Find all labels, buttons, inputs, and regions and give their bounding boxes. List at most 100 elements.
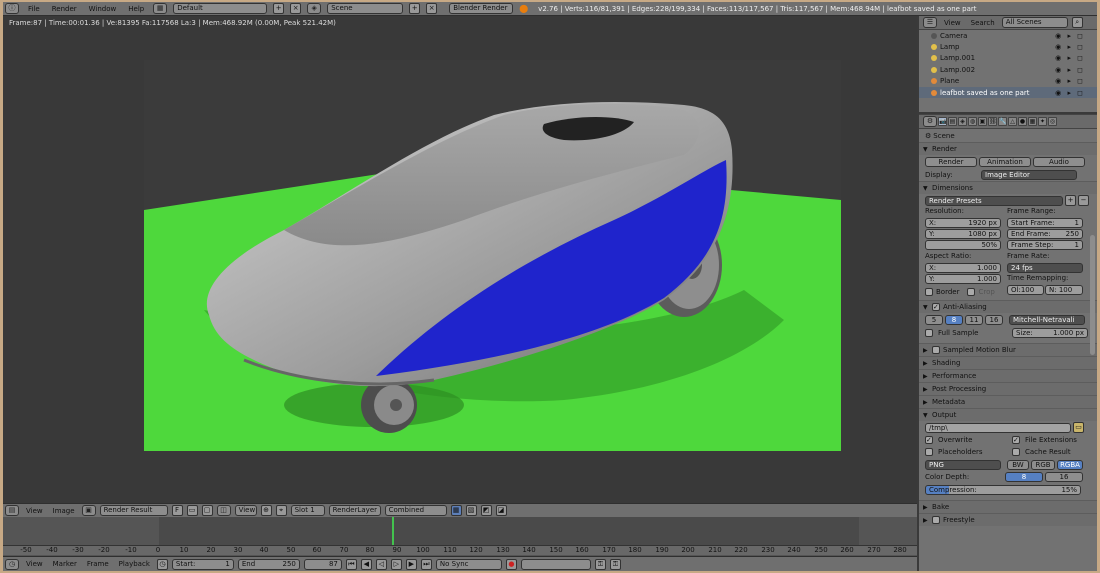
aa-samples-11[interactable]: 11 xyxy=(965,315,983,325)
end-frame-field[interactable]: End Frame: 250 xyxy=(1007,229,1083,239)
object-tab-icon[interactable]: ▣ xyxy=(978,117,987,126)
record-icon[interactable]: ● xyxy=(505,558,517,570)
properties-scrollbar[interactable] xyxy=(1090,235,1095,355)
menu-marker[interactable]: Marker xyxy=(50,560,80,568)
insert-keyframe-icon[interactable]: ⚿ xyxy=(594,558,606,570)
animation-button[interactable]: Animation xyxy=(979,157,1031,167)
section-performance[interactable]: ▶ Performance xyxy=(919,369,1097,382)
sync-mode-select[interactable]: No Sync xyxy=(435,558,502,570)
border-checkbox[interactable] xyxy=(925,288,933,296)
image-open-icon[interactable]: ▢ xyxy=(201,505,213,516)
screen-layout-icon[interactable]: ▦ xyxy=(153,3,168,14)
play-icon[interactable]: ▷ xyxy=(390,558,402,570)
editor-type-icon[interactable]: ◷ xyxy=(5,558,19,570)
preview-range-icon[interactable]: ◷ xyxy=(156,558,168,570)
z-buffer-icon[interactable]: ◩ xyxy=(480,505,492,516)
aa-filter-select[interactable]: Mitchell-Netravali xyxy=(1009,315,1085,325)
add-layout-icon[interactable]: + xyxy=(273,3,285,14)
depth-16-button[interactable]: 16 xyxy=(1045,472,1083,482)
section-render[interactable]: ▼ Render xyxy=(919,142,1097,155)
remove-layout-icon[interactable]: × xyxy=(290,3,302,14)
outliner-item-lamp-002[interactable]: Lamp.002 ◉ ▸ ◻ xyxy=(919,64,1097,75)
anti-aliasing-checkbox[interactable]: ✓ xyxy=(932,303,940,311)
section-post-processing[interactable]: ▶ Post Processing xyxy=(919,382,1097,395)
crop-checkbox[interactable] xyxy=(967,288,976,296)
scene-filter-select[interactable]: All Scenes xyxy=(1001,17,1068,28)
end-frame-field[interactable]: End 250 xyxy=(237,558,300,570)
file-format-select[interactable]: PNG xyxy=(925,459,1001,470)
visibility-icons[interactable]: ◉ ▸ ◻ xyxy=(1055,43,1085,51)
scene-icon[interactable]: ◈ xyxy=(307,3,322,14)
next-keyframe-icon[interactable]: ▶ xyxy=(405,558,417,570)
editor-type-icon[interactable]: ▤ xyxy=(5,505,19,516)
menu-view[interactable]: View xyxy=(941,19,964,27)
outliner-item-camera[interactable]: Camera ◉ ▸ ◻ xyxy=(919,30,1097,41)
aa-samples-5[interactable]: 5 xyxy=(925,315,943,325)
delete-keyframe-icon[interactable]: ⚿ xyxy=(609,558,621,570)
old-field[interactable]: Ol:100 xyxy=(1007,285,1044,295)
full-sample-checkbox[interactable] xyxy=(925,329,933,337)
world-tab-icon[interactable]: ◍ xyxy=(968,117,977,126)
remove-preset-icon[interactable]: − xyxy=(1078,195,1089,206)
screen-layout-field[interactable]: Default xyxy=(173,3,268,14)
section-dimensions[interactable]: ▼ Dimensions xyxy=(919,181,1097,194)
section-metadata[interactable]: ▶ Metadata xyxy=(919,395,1097,408)
timeline-area[interactable]: -50 -40 -30 -20 -10 0 10 20 30 40 50 60 … xyxy=(3,517,917,557)
resolution-x-field[interactable]: X: 1920 px xyxy=(925,218,1001,228)
pivot-icon[interactable]: ⊕ xyxy=(260,505,272,516)
image-editor-area[interactable]: Frame:87 | Time:00:01.36 | Ve:81395 Fa:1… xyxy=(3,16,917,503)
outliner-panel[interactable]: ☰ View Search All Scenes ⌕ Camera ◉ ▸ ◻ … xyxy=(919,16,1097,112)
motion-blur-checkbox[interactable] xyxy=(932,346,940,354)
compression-slider[interactable]: Compression: 15% xyxy=(925,484,1081,495)
filter-size-field[interactable]: Size: 1.000 px xyxy=(1012,328,1088,338)
constraints-tab-icon[interactable]: ⛓ xyxy=(988,117,997,126)
add-preset-icon[interactable]: + xyxy=(1065,195,1076,206)
data-tab-icon[interactable]: △ xyxy=(1008,117,1017,126)
overwrite-checkbox[interactable]: ✓ xyxy=(925,436,933,444)
aspect-y-field[interactable]: Y: 1.000 xyxy=(925,274,1001,284)
editor-type-icon[interactable]: ☰ xyxy=(923,17,937,28)
texture-tab-icon[interactable]: ▦ xyxy=(1028,117,1037,126)
search-icon[interactable]: ⌕ xyxy=(1071,17,1083,28)
visibility-icons[interactable]: ◉ ▸ ◻ xyxy=(1055,54,1085,62)
view-mode-icon[interactable]: ◫ xyxy=(216,505,231,516)
render-layer-select[interactable]: RenderLayer xyxy=(328,505,381,516)
draw-channels-icon[interactable]: ▦ xyxy=(450,505,462,516)
section-bake[interactable]: ▶ Bake xyxy=(919,500,1097,513)
resolution-y-field[interactable]: Y: 1080 px xyxy=(925,229,1001,239)
freestyle-checkbox[interactable] xyxy=(932,516,940,524)
new-field[interactable]: N: 100 xyxy=(1045,285,1083,295)
visibility-icons[interactable]: ◉ ▸ ◻ xyxy=(1055,32,1085,40)
outliner-item-leafbot[interactable]: leafbot saved as one part ◉ ▸ ◻ xyxy=(919,86,1097,99)
menu-help[interactable]: Help xyxy=(125,5,147,13)
scene-field[interactable]: Scene xyxy=(327,3,404,14)
scopes-icon[interactable]: ◪ xyxy=(495,505,507,516)
jump-end-icon[interactable]: ⏭ xyxy=(420,558,432,570)
menu-view[interactable]: View xyxy=(23,560,46,568)
visibility-icons[interactable]: ◉ ▸ ◻ xyxy=(1055,66,1085,74)
menu-render[interactable]: Render xyxy=(49,5,80,13)
menu-window[interactable]: Window xyxy=(86,5,120,13)
folder-icon[interactable]: ▭ xyxy=(1073,422,1084,433)
prev-keyframe-icon[interactable]: ◀ xyxy=(360,558,372,570)
slot-select[interactable]: Slot 1 xyxy=(290,505,325,516)
properties-panel[interactable]: ⚙ 📷 ▤ ◈ ◍ ▣ ⛓ 🔧 △ ● ▦ ✦ ◎ ⚙ Scene ▼ Rend… xyxy=(919,114,1097,571)
fps-select[interactable]: 24 fps xyxy=(1007,263,1083,273)
section-anti-aliasing[interactable]: ▼ ✓ Anti-Aliasing xyxy=(919,300,1097,313)
section-freestyle[interactable]: ▶ Freestyle xyxy=(919,513,1097,526)
remove-scene-icon[interactable]: × xyxy=(426,3,438,14)
render-engine-select[interactable]: Blender Render xyxy=(449,3,514,14)
view-dropdown[interactable]: View xyxy=(234,505,257,516)
placeholders-checkbox[interactable] xyxy=(925,448,933,456)
aa-samples-8[interactable]: 8 xyxy=(945,315,963,325)
layers-tab-icon[interactable]: ▤ xyxy=(948,117,957,126)
modifiers-tab-icon[interactable]: 🔧 xyxy=(998,117,1007,126)
menu-frame[interactable]: Frame xyxy=(84,560,112,568)
resolution-percent-field[interactable]: 50% xyxy=(925,240,1001,250)
outliner-item-lamp[interactable]: Lamp ◉ ▸ ◻ xyxy=(919,41,1097,52)
frame-step-field[interactable]: Frame Step: 1 xyxy=(1007,240,1083,250)
render-button[interactable]: Render xyxy=(925,157,977,167)
visibility-icons[interactable]: ◉ ▸ ◻ xyxy=(1055,89,1085,97)
play-reverse-icon[interactable]: ◁ xyxy=(375,558,387,570)
fake-user-button[interactable]: F xyxy=(171,505,183,516)
